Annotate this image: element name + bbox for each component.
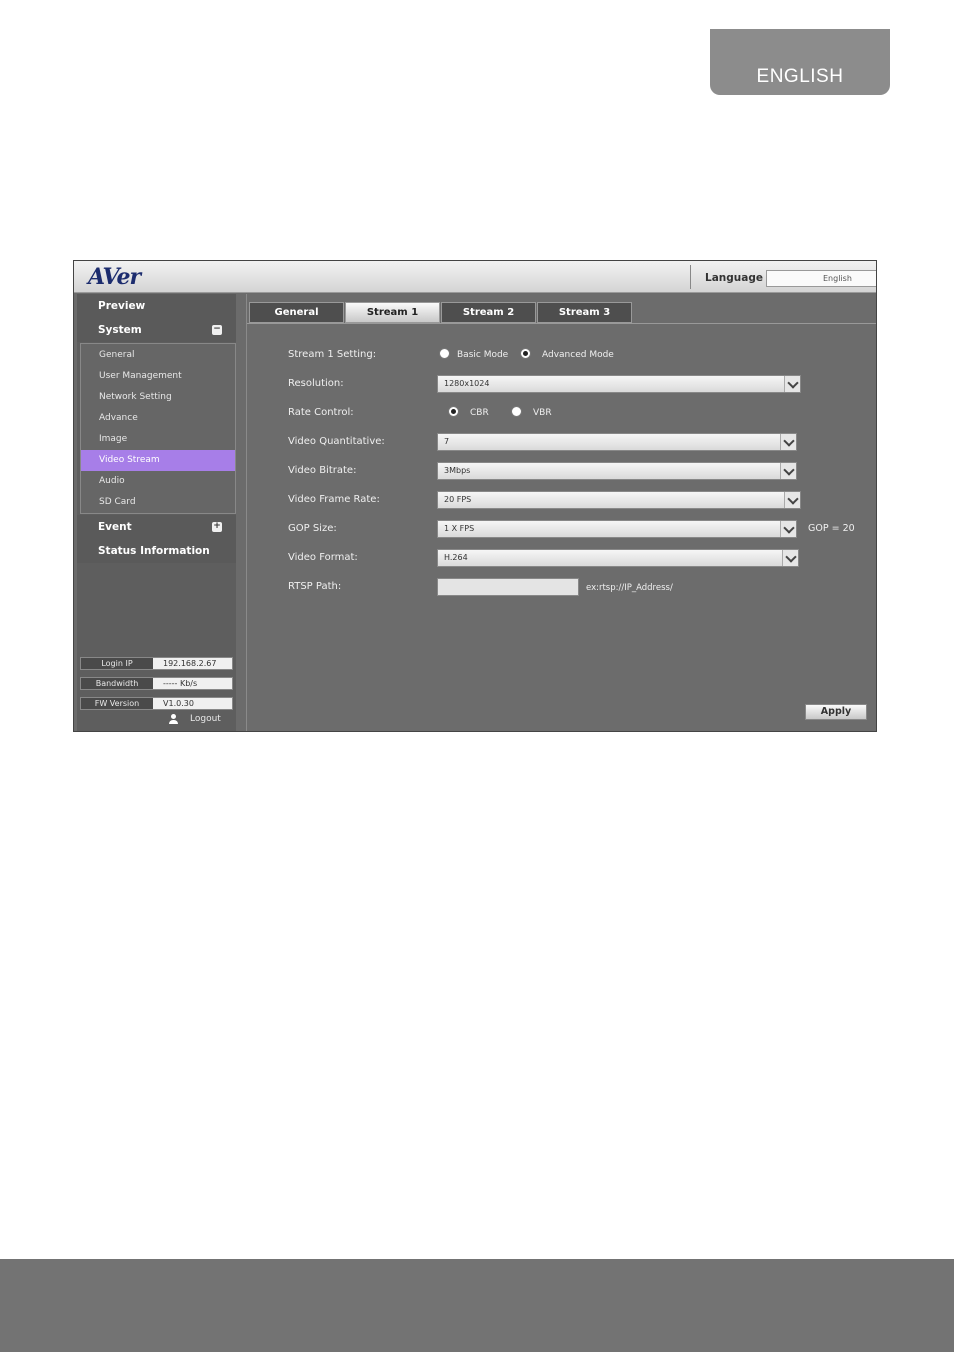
chevron-down-icon[interactable]	[780, 463, 796, 479]
login-ip-value: 192.168.2.67	[163, 659, 217, 668]
resolution-value: 1280x1024	[444, 379, 490, 388]
vbr-label: VBR	[533, 408, 552, 418]
user-icon	[169, 714, 178, 724]
footer-band	[0, 1259, 954, 1352]
nav-event-label: Event	[98, 521, 132, 533]
login-ip-row: Login IP 192.168.2.67	[80, 657, 233, 670]
advanced-mode-label: Advanced Mode	[542, 350, 614, 360]
main-panel: General Stream 1 Stream 2 Stream 3 Strea…	[246, 294, 876, 731]
bandwidth-value: ----- Kb/s	[163, 679, 198, 688]
camera-web-ui: AVer Language English Preview System − G…	[73, 260, 877, 732]
bitrate-label: Video Bitrate:	[288, 465, 357, 476]
sidebar-item-image[interactable]: Image	[81, 429, 235, 450]
cbr-radio[interactable]	[448, 406, 459, 417]
nav-system[interactable]: System −	[77, 318, 236, 342]
vbr-radio[interactable]	[511, 406, 522, 417]
gop-size-select[interactable]: 1 X FPS	[437, 520, 797, 538]
gop-size-value: 1 X FPS	[444, 524, 475, 533]
quantitative-label: Video Quantitative:	[288, 436, 385, 447]
tab-stream-1[interactable]: Stream 1	[345, 302, 440, 323]
bandwidth-row: Bandwidth ----- Kb/s	[80, 677, 233, 690]
language-label: Language	[690, 265, 763, 289]
rtsp-path-hint: ex:rtsp://IP_Address/	[586, 583, 673, 593]
chevron-down-icon[interactable]	[784, 376, 800, 392]
video-format-value: H.264	[444, 553, 468, 562]
sidebar-item-video-stream[interactable]: Video Stream	[81, 450, 235, 471]
language-select[interactable]: English	[766, 270, 876, 287]
nav-status-information[interactable]: Status Information	[77, 539, 236, 563]
rtsp-path-input[interactable]	[437, 578, 579, 596]
bitrate-select[interactable]: 3Mbps	[437, 462, 797, 480]
stream-tabs: General Stream 1 Stream 2 Stream 3	[249, 302, 633, 324]
rtsp-path-label: RTSP Path:	[288, 581, 342, 592]
logout-link[interactable]: Logout	[169, 714, 221, 724]
basic-mode-radio[interactable]	[439, 348, 450, 359]
nav-system-label: System	[98, 324, 142, 336]
basic-mode-label: Basic Mode	[457, 350, 509, 360]
quantitative-select[interactable]: 7	[437, 433, 797, 451]
nav-event[interactable]: Event +	[77, 515, 236, 539]
chevron-down-icon[interactable]	[780, 434, 796, 450]
fw-version-row: FW Version V1.0.30	[80, 697, 233, 710]
bitrate-value: 3Mbps	[444, 466, 471, 475]
video-format-label: Video Format:	[288, 552, 358, 563]
resolution-select[interactable]: 1280x1024	[437, 375, 801, 393]
system-submenu: General User Management Network Setting …	[80, 343, 236, 514]
sidebar-item-audio[interactable]: Audio	[81, 471, 235, 492]
apply-button[interactable]: Apply	[805, 704, 867, 720]
sidebar-item-user-management[interactable]: User Management	[81, 366, 235, 387]
chevron-down-icon[interactable]	[784, 492, 800, 508]
tab-stream-3[interactable]: Stream 3	[537, 302, 632, 323]
sidebar-item-sd-card[interactable]: SD Card	[81, 492, 235, 513]
fw-version-label: FW Version	[81, 698, 153, 709]
frame-rate-value: 20 FPS	[444, 495, 472, 504]
bandwidth-label: Bandwidth	[81, 678, 153, 689]
aver-logo: AVer	[88, 264, 141, 290]
gop-size-label: GOP Size:	[288, 523, 337, 534]
frame-rate-select[interactable]: 20 FPS	[437, 491, 801, 509]
sidebar: Preview System − General User Management…	[77, 294, 236, 731]
frame-rate-label: Video Frame Rate:	[288, 494, 380, 505]
top-bar: AVer Language English	[74, 261, 876, 293]
logout-label: Logout	[190, 714, 221, 724]
video-format-select[interactable]: H.264	[437, 549, 799, 567]
advanced-mode-radio[interactable]	[520, 348, 531, 359]
login-ip-label: Login IP	[81, 658, 153, 669]
stream-setting-label: Stream 1 Setting:	[288, 349, 377, 360]
cbr-label: CBR	[470, 408, 489, 418]
gop-note: GOP = 20	[808, 523, 855, 534]
chevron-down-icon[interactable]	[780, 521, 796, 537]
tab-divider	[247, 323, 876, 324]
nav-preview[interactable]: Preview	[77, 294, 236, 318]
quantitative-value: 7	[444, 437, 450, 446]
tab-stream-2[interactable]: Stream 2	[441, 302, 536, 323]
collapse-icon[interactable]: −	[212, 325, 222, 335]
sidebar-item-network-setting[interactable]: Network Setting	[81, 387, 235, 408]
sidebar-item-general[interactable]: General	[81, 345, 235, 366]
rate-control-label: Rate Control:	[288, 407, 354, 418]
resolution-label: Resolution:	[288, 378, 344, 389]
expand-icon[interactable]: +	[212, 522, 222, 532]
language-page-tab: ENGLISH	[710, 29, 890, 95]
fw-version-value: V1.0.30	[163, 699, 194, 708]
tab-general[interactable]: General	[249, 302, 344, 323]
chevron-down-icon[interactable]	[782, 550, 798, 566]
language-page-tab-label: ENGLISH	[756, 66, 844, 87]
sidebar-item-advance[interactable]: Advance	[81, 408, 235, 429]
